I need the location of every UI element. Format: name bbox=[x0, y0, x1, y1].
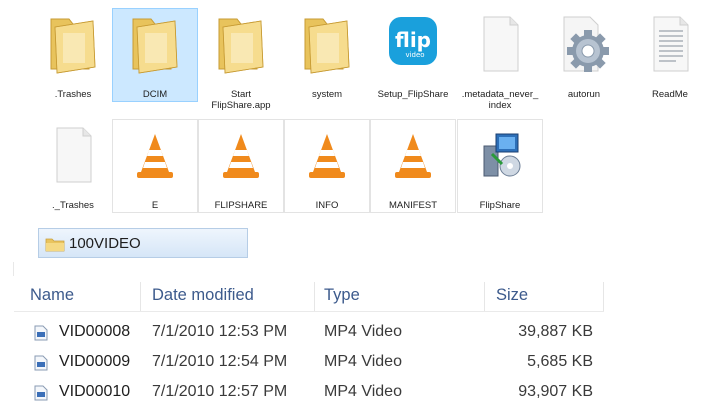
video-file-icon bbox=[34, 355, 48, 371]
file-icon-label: Start FlipShare.app bbox=[211, 89, 271, 111]
file-icon-label: MANIFEST bbox=[388, 200, 438, 211]
flip-video-logo-icon: flip video bbox=[383, 13, 443, 75]
file-date: 7/1/2010 12:53 PM bbox=[152, 323, 288, 340]
file-name: VID00008 bbox=[59, 323, 131, 340]
installer-icon bbox=[470, 124, 530, 186]
table-row[interactable]: VID00009 7/1/2010 12:54 PM MP4 Video 5,685 … bbox=[0, 348, 721, 376]
file-size: 39,887 KB bbox=[518, 323, 593, 340]
file-icon-tile[interactable]: E bbox=[112, 119, 198, 213]
column-header-date[interactable]: Date modified bbox=[152, 286, 254, 305]
file-icon-label: INFO bbox=[315, 200, 339, 211]
address-bar-folder[interactable]: 100VIDEO bbox=[38, 228, 248, 258]
column-separator[interactable] bbox=[314, 282, 315, 312]
header-divider bbox=[14, 311, 604, 312]
icon-view: .Trashes DCIM Start FlipShare.app system flip… bbox=[0, 0, 721, 215]
address-folder-name: 100VIDEO bbox=[69, 235, 141, 252]
file-icon-tile[interactable]: ._Trashes bbox=[30, 119, 116, 213]
column-separator[interactable] bbox=[484, 282, 485, 312]
file-icon-tile[interactable]: MANIFEST bbox=[370, 119, 456, 213]
file-icon-label: .metadata_never_ index bbox=[461, 89, 539, 111]
file-icon-tile[interactable]: FlipShare bbox=[457, 119, 543, 213]
folder-icon bbox=[45, 238, 65, 252]
folder-icon bbox=[43, 13, 103, 75]
table-row[interactable]: VID00010 7/1/2010 12:57 PM MP4 Video 93,907… bbox=[0, 378, 721, 406]
file-icon-label: E bbox=[151, 200, 159, 211]
column-header-size[interactable]: Size bbox=[496, 286, 528, 305]
vlc-cone-icon bbox=[383, 124, 443, 186]
file-icon-label: system bbox=[311, 89, 343, 100]
vlc-cone-icon bbox=[125, 124, 185, 186]
file-icon-label: FLIPSHARE bbox=[214, 200, 268, 211]
file-icon-tile[interactable]: .metadata_never_ index bbox=[457, 8, 543, 111]
folder-icon bbox=[297, 13, 357, 75]
file-type: MP4 Video bbox=[324, 383, 402, 400]
video-file-icon bbox=[34, 385, 48, 401]
document-icon bbox=[43, 124, 103, 186]
svg-text:flip: flip bbox=[395, 28, 431, 52]
file-date: 7/1/2010 12:57 PM bbox=[152, 383, 288, 400]
file-icon-tile[interactable]: flip video Setup_FlipShare bbox=[370, 8, 456, 102]
text-document-icon bbox=[640, 13, 700, 75]
file-icon-label: FlipShare bbox=[479, 200, 521, 211]
vlc-cone-icon bbox=[297, 124, 357, 186]
file-icon-tile[interactable]: ReadMe bbox=[627, 8, 713, 102]
column-separator[interactable] bbox=[140, 282, 141, 312]
column-header-name[interactable]: Name bbox=[30, 286, 74, 305]
file-icon-tile[interactable]: system bbox=[284, 8, 370, 102]
document-icon bbox=[470, 13, 530, 75]
file-icon-tile[interactable]: DCIM bbox=[112, 8, 198, 102]
column-header-type[interactable]: Type bbox=[324, 286, 360, 305]
file-icon-label: ._Trashes bbox=[52, 200, 94, 211]
file-icon-tile[interactable]: autorun bbox=[541, 8, 627, 102]
file-icon-tile[interactable]: Start FlipShare.app bbox=[198, 8, 284, 111]
file-icon-label: ReadMe bbox=[652, 89, 688, 100]
file-icon-label: Setup_FlipShare bbox=[377, 89, 449, 100]
divider bbox=[13, 262, 14, 276]
file-size: 5,685 KB bbox=[527, 353, 593, 370]
settings-file-icon bbox=[554, 13, 614, 75]
table-row[interactable]: VID00008 7/1/2010 12:53 PM MP4 Video 39,887… bbox=[0, 318, 721, 346]
file-icon-label: DCIM bbox=[142, 89, 168, 100]
file-type: MP4 Video bbox=[324, 353, 402, 370]
file-date: 7/1/2010 12:54 PM bbox=[152, 353, 288, 370]
file-name: VID00009 bbox=[59, 353, 131, 370]
svg-text:video: video bbox=[405, 51, 424, 59]
file-icon-tile[interactable]: FLIPSHARE bbox=[198, 119, 284, 213]
column-separator[interactable] bbox=[603, 282, 604, 312]
file-icon-label: .Trashes bbox=[54, 89, 92, 100]
file-icon-tile[interactable]: .Trashes bbox=[30, 8, 116, 102]
file-icon-label: autorun bbox=[567, 89, 601, 100]
file-icon-tile[interactable]: INFO bbox=[284, 119, 370, 213]
vlc-cone-icon bbox=[211, 124, 271, 186]
folder-icon bbox=[125, 13, 185, 75]
file-type: MP4 Video bbox=[324, 323, 402, 340]
folder-icon bbox=[211, 13, 271, 75]
file-name: VID00010 bbox=[59, 383, 131, 400]
file-size: 93,907 KB bbox=[518, 383, 593, 400]
video-file-icon bbox=[34, 325, 48, 341]
